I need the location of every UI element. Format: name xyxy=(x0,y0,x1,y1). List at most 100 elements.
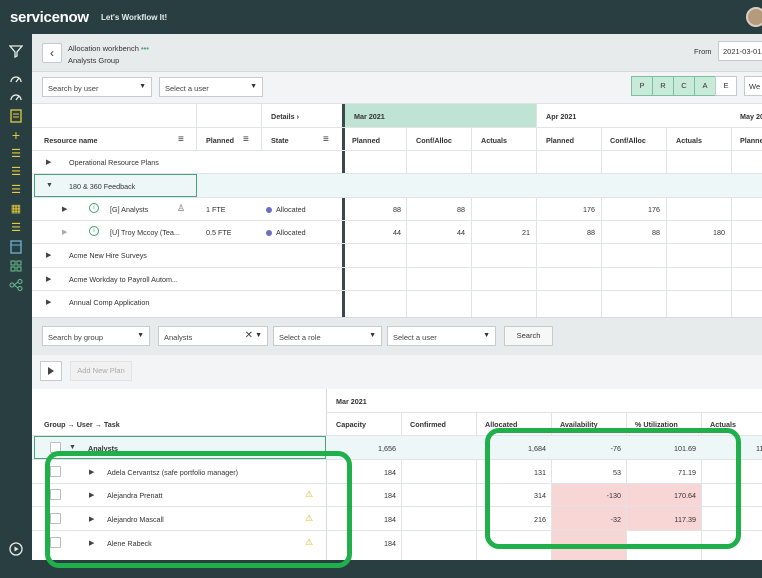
user-allocated: 314 xyxy=(534,491,546,500)
group-name[interactable]: Analysts xyxy=(88,444,118,453)
warning-icon[interactable]: ⚠ xyxy=(305,537,313,548)
warning-icon[interactable]: ⚠ xyxy=(305,489,313,500)
apr-planned[interactable]: 88 xyxy=(540,228,595,237)
details-link[interactable]: Details › xyxy=(271,112,299,121)
row-checkbox[interactable] xyxy=(50,513,61,524)
expand-triangle-icon[interactable]: ▶ xyxy=(46,251,51,259)
row-checkbox[interactable] xyxy=(50,489,61,500)
expand-triangle-icon[interactable]: ▶ xyxy=(46,275,51,283)
info-icon[interactable]: i xyxy=(89,202,99,213)
user-availability: 53 xyxy=(613,468,621,477)
column-menu-icon[interactable]: ≡ xyxy=(323,134,329,145)
col-availability: Availability xyxy=(560,420,598,429)
more-options-icon[interactable]: ••• xyxy=(141,44,149,53)
user-availability: -130 xyxy=(606,491,621,500)
user-name[interactable]: Alene Rabeck xyxy=(107,539,152,548)
row-checkbox[interactable] xyxy=(50,466,61,477)
expand-triangle-icon[interactable]: ▶ xyxy=(62,205,67,213)
select-role-dropdown[interactable]: Select a role ▼ xyxy=(273,326,382,346)
column-menu-icon[interactable]: ≡ xyxy=(178,134,184,145)
col-group-user-task: Group → User → Task xyxy=(44,420,120,429)
apr-conf[interactable]: 176 xyxy=(605,205,660,214)
row-name[interactable]: [G] Analysts xyxy=(110,205,148,214)
workbench-icon[interactable] xyxy=(8,240,24,254)
dropdown-arrow-icon: ▼ xyxy=(483,332,490,339)
row-name[interactable]: Acme New Hire Surveys xyxy=(69,251,147,260)
collapse-triangle-icon[interactable]: ▼ xyxy=(69,444,76,451)
dashboard-gauge-icon[interactable] xyxy=(8,72,24,86)
search-by-group-select[interactable]: Search by group ▼ xyxy=(42,326,150,346)
group-select[interactable]: Analysts ✕ ▼ xyxy=(158,326,268,346)
list-icon-4[interactable]: ☰ xyxy=(8,221,24,235)
expand-triangle-icon[interactable]: ▶ xyxy=(46,158,51,166)
expand-triangle-icon[interactable]: ▶ xyxy=(89,539,94,547)
expand-triangle-icon[interactable]: ▶ xyxy=(46,298,51,306)
select-role-placeholder: Select a role xyxy=(279,333,321,342)
row-checkbox[interactable] xyxy=(50,442,61,453)
row-name[interactable]: [U] Troy Mccoy (Tea... xyxy=(110,228,180,237)
user-name[interactable]: Alejandro Mascall xyxy=(107,515,164,524)
row-name[interactable]: 180 & 360 Feedback xyxy=(69,182,135,191)
toggle-r[interactable]: R xyxy=(652,76,674,96)
capacity-filters: Search by group ▼ Analysts ✕ ▼ Select a ro… xyxy=(32,317,762,355)
dropdown-arrow-icon: ▼ xyxy=(255,332,262,339)
search-by-user-select[interactable]: Search by user ▼ xyxy=(42,77,152,97)
column-menu-icon[interactable]: ≡ xyxy=(243,134,249,145)
toggle-c[interactable]: C xyxy=(673,76,695,96)
month-mar-2: Mar 2021 xyxy=(336,397,367,406)
group-availability: -76 xyxy=(610,444,621,453)
week-view-button[interactable]: We xyxy=(744,76,762,96)
warning-icon[interactable]: ⚠ xyxy=(305,513,313,524)
list-icon-2[interactable]: ☰ xyxy=(8,165,24,179)
from-label: From xyxy=(694,47,712,56)
from-date-field[interactable]: 2021-03-01 xyxy=(718,41,762,61)
col-resource-name: Resource name xyxy=(44,136,98,145)
mar-planned[interactable]: 44 xyxy=(346,228,401,237)
document-list-icon[interactable] xyxy=(8,109,24,123)
mar-conf[interactable]: 44 xyxy=(410,228,465,237)
info-icon[interactable]: i xyxy=(89,225,99,236)
add-new-plan-button[interactable]: Add New Plan xyxy=(70,361,132,381)
row-name[interactable]: Operational Resource Plans xyxy=(69,158,159,167)
play-button[interactable] xyxy=(40,361,62,381)
overalloc-availability xyxy=(552,531,626,560)
gauge-icon[interactable] xyxy=(8,90,24,104)
expand-triangle-icon[interactable]: ▶ xyxy=(89,491,94,499)
play-circle-icon[interactable] xyxy=(8,542,24,556)
expand-triangle-icon[interactable]: ▶ xyxy=(89,468,94,476)
apr-conf[interactable]: 88 xyxy=(605,228,660,237)
mar-planned[interactable]: 88 xyxy=(346,205,401,214)
mar-conf[interactable]: 88 xyxy=(410,205,465,214)
servicenow-logo[interactable]: servicenow xyxy=(10,9,89,26)
user-name[interactable]: Adela Cervantsz (safe portfolio manager) xyxy=(107,468,238,477)
select-user-dropdown[interactable]: Select a user ▼ xyxy=(159,77,263,97)
toggle-a[interactable]: A xyxy=(694,76,716,96)
clear-x-icon[interactable]: ✕ xyxy=(245,330,253,341)
hierarchy-icon[interactable] xyxy=(8,279,24,293)
user-avatar[interactable] xyxy=(746,7,762,27)
prcae-toggle-group: P R C A E xyxy=(631,76,737,96)
frozen-column-divider[interactable] xyxy=(342,104,345,317)
apr-planned[interactable]: 176 xyxy=(540,205,595,214)
search-button[interactable]: Search xyxy=(504,326,553,346)
row-name[interactable]: Acme Workday to Payroll Autom... xyxy=(69,275,194,284)
row-checkbox[interactable] xyxy=(50,537,61,548)
filter-icon[interactable] xyxy=(8,44,24,59)
toggle-e[interactable]: E xyxy=(715,76,737,96)
expand-triangle-icon[interactable]: ▶ xyxy=(62,228,67,236)
user-name[interactable]: Alejandra Prenatt xyxy=(107,491,163,500)
select-user-dropdown-2[interactable]: Select a user ▼ xyxy=(387,326,496,346)
plus-icon[interactable]: + xyxy=(8,128,24,142)
expand-triangle-icon[interactable]: ▶ xyxy=(89,515,94,523)
row-name[interactable]: Annual Comp Application xyxy=(69,298,149,307)
group-person-icon: ♙ xyxy=(177,203,186,213)
calendar-grid-icon[interactable]: ▦ xyxy=(8,202,24,216)
row-planned: 0.5 FTE xyxy=(206,228,232,237)
back-button[interactable]: ‹ xyxy=(42,43,62,63)
col-capacity: Capacity xyxy=(336,420,366,429)
toggle-p[interactable]: P xyxy=(631,76,653,96)
list-icon-3[interactable]: ☰ xyxy=(8,183,24,197)
collapse-triangle-icon[interactable]: ▼ xyxy=(46,182,53,189)
list-icon-1[interactable]: ☰ xyxy=(8,147,24,161)
grid-apps-icon[interactable] xyxy=(8,260,24,274)
